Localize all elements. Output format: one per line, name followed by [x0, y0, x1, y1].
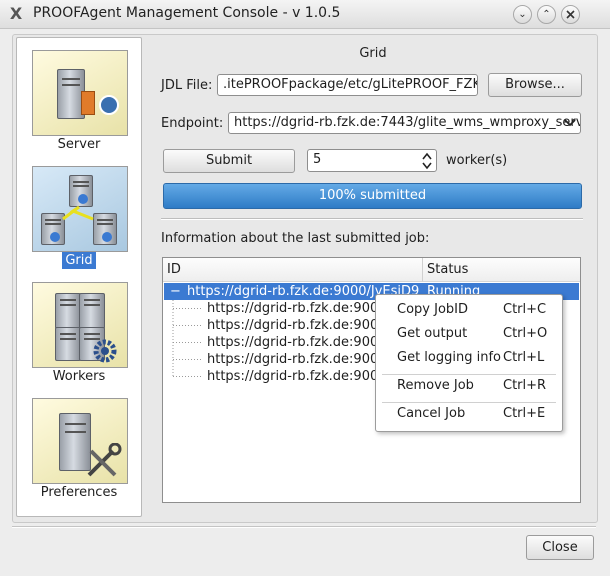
job-row[interactable]: https://dgrid-rb.fzk.de:9000: [207, 368, 387, 385]
maximize-button[interactable]: ⌃: [537, 5, 556, 24]
app-logo-icon: X: [9, 4, 23, 23]
job-row[interactable]: https://dgrid-rb.fzk.de:9000: [207, 351, 387, 368]
menu-item-label: Cancel Job: [397, 406, 466, 421]
menu-item-remove-job[interactable]: Remove Job Ctrl+R: [376, 375, 562, 397]
menu-item-label: Get output: [397, 326, 468, 341]
progress-text: 100% submitted: [318, 188, 427, 203]
submit-button[interactable]: Submit: [163, 149, 295, 173]
workers-value: 5: [313, 152, 322, 167]
title-bar: X PROOFAgent Management Console - v 1.0.…: [0, 0, 610, 29]
browse-button[interactable]: Browse...: [488, 73, 582, 97]
workers-label: worker(s): [446, 153, 508, 168]
server-user-icon: [32, 50, 128, 136]
workers-spinbox[interactable]: 5: [307, 149, 437, 172]
menu-item-get-logging-info[interactable]: Get logging info Ctrl+L: [376, 347, 562, 369]
divider: [161, 218, 583, 220]
endpoint-value: https://dgrid-rb.fzk.de:7443/glite_wms_w…: [234, 115, 581, 130]
close-icon: [566, 10, 575, 19]
sidebar-item-label: Workers: [52, 369, 106, 384]
sidebar-item-label: Grid: [17, 252, 141, 269]
info-label: Information about the last submitted job…: [161, 231, 430, 246]
sidebar-item-label: Preferences: [40, 485, 118, 500]
sidebar-item-server[interactable]: Server: [17, 38, 141, 152]
panel-title: Grid: [359, 46, 387, 61]
menu-item-get-output[interactable]: Get output Ctrl+O: [376, 323, 562, 345]
jdl-file-input[interactable]: .itePROOFpackage/etc/gLitePROOF_FZK.jdl: [217, 74, 478, 96]
endpoint-select[interactable]: https://dgrid-rb.fzk.de:7443/glite_wms_w…: [228, 112, 581, 134]
sidebar: Server Grid Workers Preferences: [16, 37, 142, 517]
column-header-status[interactable]: Status: [423, 258, 580, 282]
preferences-tools-icon: [32, 398, 128, 484]
footer-divider: [12, 526, 596, 528]
menu-item-label: Get logging info: [397, 350, 501, 365]
close-window-button[interactable]: [561, 5, 580, 24]
sidebar-item-preferences[interactable]: Preferences: [17, 386, 141, 500]
job-row[interactable]: https://dgrid-rb.fzk.de:9000: [207, 300, 387, 317]
window-title: PROOFAgent Management Console - v 1.0.5: [33, 5, 341, 21]
menu-item-shortcut: Ctrl+C: [503, 302, 547, 317]
collapse-toggle-icon[interactable]: −: [170, 283, 181, 300]
endpoint-label: Endpoint:: [161, 116, 224, 131]
sidebar-item-label: Server: [57, 137, 101, 152]
grid-network-icon: [32, 166, 128, 252]
column-header-id[interactable]: ID: [163, 258, 423, 282]
submission-progress-bar: 100% submitted: [163, 183, 582, 209]
spin-arrows-icon[interactable]: [421, 152, 433, 170]
menu-item-shortcut: Ctrl+O: [503, 326, 548, 341]
job-context-menu: Copy JobID Ctrl+C Get output Ctrl+O Get …: [375, 294, 563, 432]
chevron-down-icon: [564, 119, 576, 127]
menu-item-copy-jobid[interactable]: Copy JobID Ctrl+C: [376, 299, 562, 321]
job-row[interactable]: https://dgrid-rb.fzk.de:9000: [207, 317, 387, 334]
tree-branch-lines: [172, 300, 201, 377]
menu-item-cancel-job[interactable]: Cancel Job Ctrl+E: [376, 403, 562, 425]
menu-item-shortcut: Ctrl+L: [503, 350, 545, 365]
menu-item-label: Remove Job: [397, 378, 474, 393]
menu-item-shortcut: Ctrl+R: [503, 378, 547, 393]
workers-gear-icon: [32, 282, 128, 368]
sidebar-item-workers[interactable]: Workers: [17, 270, 141, 384]
minimize-button[interactable]: ⌄: [513, 5, 532, 24]
jdl-file-label: JDL File:: [161, 78, 213, 93]
close-button[interactable]: Close: [526, 535, 594, 560]
menu-item-shortcut: Ctrl+E: [503, 406, 546, 421]
menu-item-label: Copy JobID: [397, 302, 468, 317]
sidebar-item-grid[interactable]: Grid: [17, 154, 141, 269]
job-row[interactable]: https://dgrid-rb.fzk.de:9000: [207, 334, 387, 351]
